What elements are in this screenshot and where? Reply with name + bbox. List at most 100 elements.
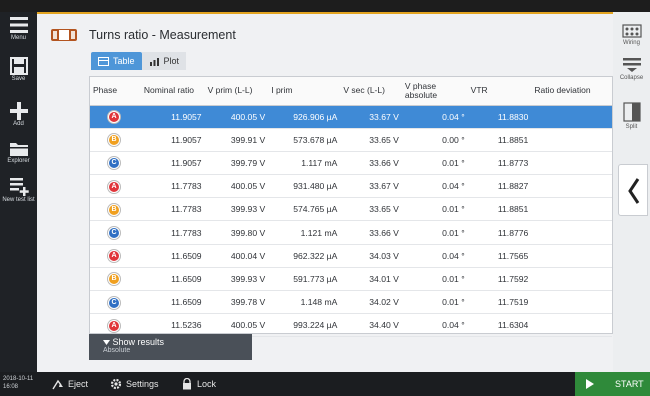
column-header-v-phase-absolute[interactable]: V phase absolute	[401, 77, 468, 106]
phase-badge-icon: A	[108, 111, 120, 124]
explorer-label: Explorer	[7, 158, 30, 164]
phase-badge-icon: A	[108, 180, 120, 193]
save-icon	[9, 57, 28, 75]
nominal-ratio-cell: 11.6509	[140, 290, 205, 315]
ratio-deviation-cell	[531, 220, 612, 245]
table-row[interactable]: B 11.9057 399.91 V 573.678 µA 33.65 V 0.00 ° 1…	[90, 128, 612, 152]
save-label: Save	[11, 76, 26, 82]
v-prim-cell: 400.05 V	[204, 174, 269, 199]
nominal-ratio-cell: 11.6509	[140, 244, 205, 268]
folder-icon	[9, 143, 28, 156]
ratio-deviation-cell	[531, 290, 612, 315]
split-icon	[622, 102, 641, 122]
v-sec-cell: 34.03 V	[340, 244, 402, 268]
v-phase-cell: 0.01 °	[401, 290, 468, 315]
phase-cell: A	[90, 244, 141, 268]
vtr-cell: 11.7565	[467, 244, 532, 268]
collapse-label: Collapse	[619, 75, 644, 81]
column-header-v-prim[interactable]: V prim (L-L)	[204, 77, 269, 106]
v-prim-cell: 399.91 V	[204, 128, 269, 152]
v-prim-cell: 400.05 V	[204, 105, 269, 129]
settings-button[interactable]: Settings	[110, 378, 159, 390]
add-label: Add	[13, 121, 24, 127]
nominal-ratio-cell: 11.9057	[140, 105, 205, 129]
start-label: START	[615, 379, 644, 389]
split-button[interactable]: Split	[613, 102, 650, 130]
phase-cell: C	[90, 220, 141, 245]
plus-icon	[9, 102, 28, 120]
table-icon	[98, 56, 109, 66]
i-prim-cell: 1.121 mA	[268, 220, 341, 245]
new-test-list-icon	[9, 178, 29, 196]
lock-button[interactable]: Lock	[181, 378, 216, 390]
column-header-i-prim[interactable]: I prim	[268, 77, 341, 106]
v-phase-cell: 0.04 °	[401, 313, 468, 338]
table-row[interactable]: B 11.7783 399.93 V 574.765 µA 33.65 V 0.01 ° 1…	[90, 197, 612, 222]
collapse-button[interactable]: Collapse	[613, 57, 650, 81]
eject-label: Eject	[68, 379, 89, 389]
table-row[interactable]: A 11.7783 400.05 V 931.480 µA 33.67 V 0.04 ° 1…	[90, 174, 612, 199]
phase-cell: A	[90, 105, 141, 129]
vtr-cell: 11.8851	[467, 197, 532, 222]
table-row[interactable]: C 11.7783 399.80 V 1.121 mA 33.66 V 0.01 ° 11.…	[90, 220, 612, 245]
v-sec-cell: 34.02 V	[340, 290, 402, 315]
side-panel-toggle[interactable]	[618, 164, 648, 216]
results-mode-label: Absolute	[103, 347, 131, 354]
add-button[interactable]: Add	[0, 102, 37, 127]
v-sec-cell: 34.01 V	[340, 267, 402, 292]
page-title: Turns ratio - Measurement	[89, 28, 236, 42]
table-row[interactable]: B 11.6509 399.93 V 591.773 µA 34.01 V 0.01 ° 1…	[90, 267, 612, 292]
split-label: Split	[625, 124, 638, 130]
v-phase-cell: 0.01 °	[401, 220, 468, 245]
menu-icon	[9, 17, 28, 33]
ratio-deviation-cell	[531, 128, 612, 152]
vtr-cell: 11.7519	[467, 290, 532, 315]
chevron-left-icon	[628, 178, 640, 204]
table-row[interactable]: A 11.9057 400.05 V 926.906 µA 33.67 V 0.04 ° 1…	[90, 105, 612, 129]
save-button[interactable]: Save	[0, 57, 37, 82]
datetime-label: 2018-10-11 16:08	[3, 376, 34, 390]
v-phase-cell: 0.01 °	[401, 151, 468, 176]
tab-table[interactable]: Table	[91, 52, 142, 70]
column-header-phase[interactable]: Phase	[90, 77, 141, 106]
nominal-ratio-cell: 11.7783	[140, 174, 205, 199]
new-test-list-button[interactable]: New test list	[0, 176, 37, 203]
main-panel: Turns ratio - Measurement Table Plot Pha…	[37, 12, 613, 372]
phase-cell: B	[90, 128, 141, 152]
v-phase-cell: 0.04 °	[401, 244, 468, 268]
v-prim-cell: 399.78 V	[204, 290, 269, 315]
menu-label: Menu	[10, 35, 26, 41]
tab-plot[interactable]: Plot	[141, 52, 187, 70]
table-row[interactable]: A 11.6509 400.04 V 962.322 µA 34.03 V 0.04 ° 1…	[90, 244, 612, 268]
v-sec-cell: 34.40 V	[340, 313, 402, 338]
column-header-v-sec[interactable]: V sec (L-L)	[340, 77, 402, 106]
v-sec-cell: 33.66 V	[340, 151, 402, 176]
v-prim-cell: 400.04 V	[204, 244, 269, 268]
column-header-nominal-ratio[interactable]: Nominal ratio	[140, 77, 205, 106]
lock-label: Lock	[197, 379, 217, 389]
start-button[interactable]: START	[575, 372, 650, 396]
wiring-icon	[621, 24, 642, 38]
vtr-cell: 11.7592	[467, 267, 532, 292]
v-prim-cell: 399.93 V	[204, 267, 269, 292]
v-sec-cell: 33.67 V	[340, 105, 402, 129]
table-row[interactable]: C 11.9057 399.79 V 1.117 mA 33.66 V 0.01 ° 11.…	[90, 151, 612, 176]
v-phase-cell: 0.04 °	[401, 174, 468, 199]
explorer-button[interactable]: Explorer	[0, 140, 37, 164]
ratio-deviation-cell	[531, 151, 612, 176]
v-phase-cell: 0.00 °	[401, 128, 468, 152]
column-header-vtr[interactable]: VTR	[467, 77, 532, 106]
show-results-button[interactable]: Show results Absolute	[89, 334, 252, 360]
eject-button[interactable]: Eject	[52, 378, 88, 390]
menu-button[interactable]: Menu	[0, 16, 37, 41]
vtr-cell: 11.8851	[467, 128, 532, 152]
i-prim-cell: 993.224 µA	[268, 313, 341, 338]
column-header-ratio-deviation[interactable]: Ratio deviation	[531, 77, 612, 106]
phase-cell: C	[90, 290, 141, 315]
wiring-button[interactable]: Wiring	[613, 24, 650, 46]
table-row[interactable]: C 11.6509 399.78 V 1.148 mA 34.02 V 0.01 ° 11.…	[90, 290, 612, 315]
phase-badge-icon: B	[108, 134, 120, 147]
v-prim-cell: 399.80 V	[204, 220, 269, 245]
phase-badge-icon: A	[108, 319, 120, 332]
nominal-ratio-cell: 11.7783	[140, 220, 205, 245]
